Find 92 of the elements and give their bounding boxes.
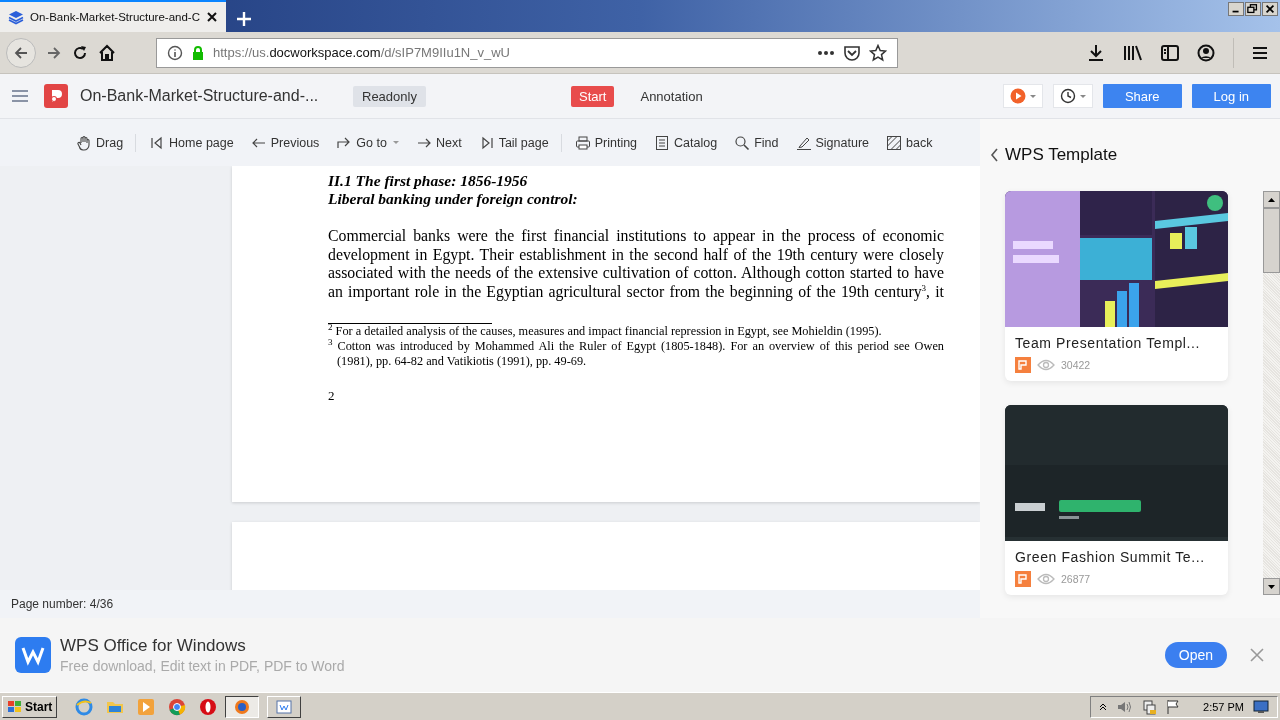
template-title: Green Fashion Summit Te...: [1015, 549, 1206, 565]
template-title: Team Presentation Templ...: [1015, 335, 1201, 351]
wps-logo-icon: [15, 637, 51, 673]
toolbar-button[interactable]: Home page: [149, 134, 234, 151]
windows-logo-icon: [7, 699, 23, 714]
account-icon[interactable]: [1197, 43, 1215, 62]
banner-title: WPS Office for Windows: [60, 636, 247, 656]
mode-tab[interactable]: Start: [571, 85, 615, 107]
page-indicator: Page number: 4/36: [11, 597, 114, 611]
star-icon[interactable]: [869, 43, 887, 62]
app-logo: [44, 84, 68, 108]
template-card[interactable]: Team Presentation Templ... 30422: [1005, 191, 1228, 381]
layers-icon: [8, 9, 24, 25]
toolbar-button[interactable]: Find: [734, 134, 779, 151]
arrow-up-icon[interactable]: [1268, 197, 1275, 202]
document-icon: [1015, 571, 1031, 587]
menu-icon[interactable]: [1252, 45, 1268, 60]
mode-tab[interactable]: Annotation: [632, 85, 711, 107]
body-paragraph: Commercial banks were the first financial institutions to appear in the process of economic development in Egypt. Their establishment in the second half of the 19th century were closely associated with the needs of the extensive cultivation of cotton. Although cotton started to have an important role in the Egyptian agricultural sector from the beginning of the 19th century$^{3}$, it: [328, 227, 944, 302]
view-count: 26877: [1061, 573, 1091, 585]
toolbar-button[interactable]: Signature: [795, 134, 869, 151]
hand-icon: [76, 134, 92, 151]
caret-icon: [1079, 94, 1086, 98]
home-icon[interactable]: [98, 43, 116, 62]
back-button[interactable]: [6, 37, 36, 68]
forward-icon[interactable]: [46, 44, 62, 61]
close-icon[interactable]: [1262, 2, 1278, 16]
printer-icon: [574, 134, 591, 151]
open-button[interactable]: Open: [1164, 642, 1227, 668]
flag-icon[interactable]: [1166, 698, 1181, 715]
minimize-icon[interactable]: [1228, 2, 1244, 16]
pocket-icon[interactable]: [843, 44, 861, 61]
section-heading: II.1 The first phase: 1856-1956: [328, 172, 529, 190]
search-icon: [734, 134, 751, 151]
record-dropdown[interactable]: [1002, 84, 1043, 108]
clock: 2:57 PM: [1203, 700, 1244, 713]
toolbar-button[interactable]: back: [886, 134, 933, 151]
browser-tab[interactable]: On-Bank-Market-Structure-and-C: [0, 0, 226, 32]
scrollbar[interactable]: [1263, 191, 1280, 595]
toolbar-button[interactable]: Previous: [250, 134, 320, 151]
history-dropdown[interactable]: [1052, 84, 1093, 108]
footnote: $^{2}$ For a detailed analysis of the causes, measures and impact financial repression in Egypt, see Mohieldin (1995).: [328, 324, 883, 339]
page-number: 2: [328, 388, 336, 405]
play-icon: [1009, 88, 1026, 104]
readonly-badge: Readonly: [353, 85, 426, 107]
toolbar-button[interactable]: Next: [415, 134, 462, 151]
clock-icon: [1059, 88, 1076, 104]
footnote: $^{3}$ Cotton was introduced by Mohammed Ali the Ruler of Egypt (1805-1848). For an overview of this period see Owen (1981), pp. 64-82 and Vatikiotis (1991), pp. 49-69.: [328, 339, 944, 370]
arrow-down-icon[interactable]: [1268, 584, 1275, 589]
toolbar-button[interactable]: Tail page: [478, 134, 549, 151]
info-icon[interactable]: [167, 44, 183, 61]
toolbar-button[interactable]: Drag: [76, 134, 124, 151]
share-button[interactable]: Share: [1102, 84, 1182, 108]
more-icon[interactable]: [817, 49, 835, 56]
hatched-square-icon: [886, 134, 902, 151]
chevron-left-icon[interactable]: [990, 148, 999, 162]
address-bar[interactable]: https://us.docworkspace.com/d/sIP7M9IIu1N_v_wU: [156, 37, 898, 68]
panel-title: WPS Template: [1005, 145, 1118, 165]
arrow-left-icon: [13, 44, 29, 61]
taskbar-button[interactable]: [225, 695, 260, 718]
chevron-up-icon[interactable]: [1099, 702, 1108, 711]
opera-icon[interactable]: [199, 697, 218, 716]
document-icon: [1015, 357, 1031, 373]
scroll-thumb[interactable]: [1263, 208, 1280, 273]
sidebar-icon[interactable]: [1161, 44, 1179, 61]
login-button[interactable]: Log in: [1191, 84, 1271, 108]
download-icon[interactable]: [1087, 43, 1105, 62]
library-icon[interactable]: [1123, 43, 1143, 62]
reload-icon[interactable]: [72, 44, 88, 61]
toolbar-button[interactable]: Go to: [336, 134, 399, 151]
close-icon[interactable]: [206, 11, 218, 23]
list-icon: [654, 134, 671, 151]
document-title: On-Bank-Market-Structure-and-...: [80, 87, 320, 105]
toolbar-button[interactable]: Printing: [574, 134, 638, 151]
caret-icon: [1029, 94, 1036, 98]
new-tab-icon[interactable]: [236, 11, 252, 27]
start-button[interactable]: Start: [2, 695, 58, 718]
view-count: 30422: [1061, 359, 1091, 371]
section-heading: Liberal banking under foreign control:: [328, 190, 579, 208]
toolbar-button[interactable]: Catalog: [654, 134, 718, 151]
banner-subtitle: Free download, Edit text in PDF, PDF to Word: [60, 658, 346, 674]
chrome-icon[interactable]: [168, 697, 187, 716]
eye-icon: [1037, 359, 1055, 371]
speaker-icon[interactable]: [1116, 699, 1133, 714]
caret-icon: [392, 141, 399, 144]
eye-icon: [1037, 573, 1055, 585]
template-card[interactable]: Green Fashion Summit Te... 26877: [1005, 405, 1228, 595]
desktop-icon[interactable]: [1253, 699, 1269, 714]
network-icon[interactable]: [1141, 698, 1158, 715]
restore-icon[interactable]: [1245, 2, 1261, 16]
window-icon: [276, 698, 293, 715]
lock-icon: [191, 44, 205, 61]
